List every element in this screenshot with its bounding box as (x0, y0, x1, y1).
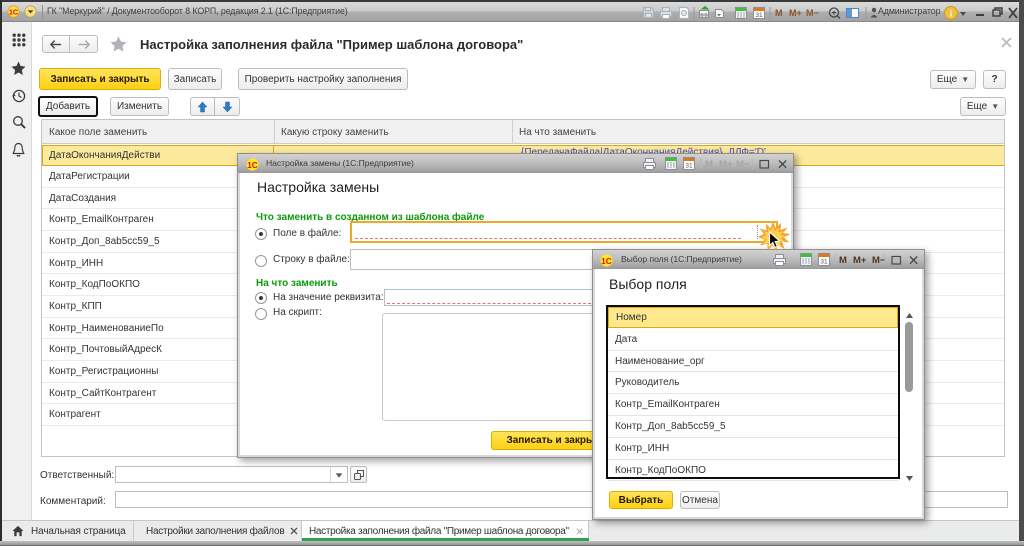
svg-text:М: М (705, 159, 713, 170)
svg-text:i: i (950, 9, 953, 19)
svg-text:1C: 1C (601, 256, 612, 266)
svg-text:М−: М− (872, 255, 886, 266)
svg-text:М−: М− (806, 8, 819, 18)
svg-text:М: М (839, 255, 847, 266)
svg-text:31: 31 (820, 259, 828, 266)
svg-text:М+: М+ (789, 8, 802, 18)
svg-text:1C: 1C (9, 7, 19, 16)
svg-text:М−: М− (736, 159, 750, 170)
svg-text:М+: М+ (719, 159, 733, 170)
svg-text:М: М (775, 8, 783, 18)
svg-text:31: 31 (685, 163, 693, 170)
svg-text:31: 31 (755, 12, 763, 19)
svg-text:М+: М+ (853, 255, 867, 266)
svg-text:1C: 1C (247, 160, 258, 170)
